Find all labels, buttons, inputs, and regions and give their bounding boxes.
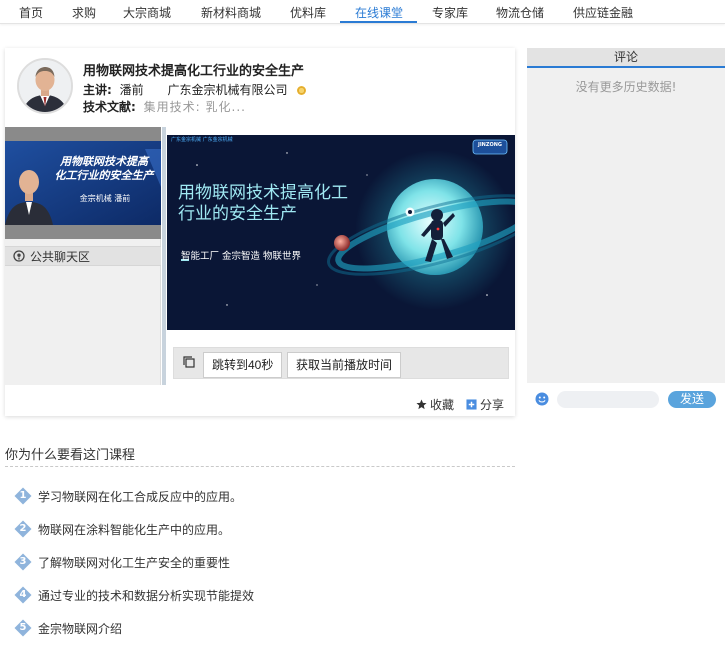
no-history-text: 没有更多历史数据! [575, 80, 677, 94]
jump-to-40s-button[interactable]: 跳转到40秒 [203, 352, 283, 378]
copy-icon[interactable] [183, 356, 195, 368]
get-current-time-button[interactable]: 获取当前播放时间 [287, 352, 402, 378]
video-player[interactable]: 广东金宗机械 广东金宗机械 JINZONG 用物联网技术提高化工 行业的安全生产… [167, 135, 515, 330]
nav-item-online-class[interactable]: 在线课堂 [355, 4, 403, 21]
reason-item: 2 物联网在涂料智能化生产中的应用。 [14, 520, 230, 538]
company-name: 广东金宗机械有限公司 [167, 83, 288, 97]
panel-divider[interactable] [162, 127, 166, 385]
side-panel: 用物联网技术提高 化工行业的安全生产 金宗机械 潘前 公共聊天区 [5, 127, 161, 385]
star-icon [416, 399, 427, 410]
nav-item-expert-library[interactable]: 专家库 [432, 4, 468, 21]
section-divider [5, 466, 515, 467]
reason-item: 5 金宗物联网介绍 [14, 619, 122, 637]
nav-item-supply-chain-finance[interactable]: 供应链金融 [573, 4, 633, 21]
number-badge-icon: 4 [14, 586, 32, 604]
share-label: 分享 [480, 398, 505, 412]
public-chat-label: 公共聊天区 [30, 249, 91, 264]
speaker-label: 主讲: [83, 83, 112, 97]
cam-caption: 金宗机械 潘前 [79, 194, 131, 203]
reason-text: 物联网在涂料智能化生产中的应用。 [38, 522, 231, 537]
comment-input-row: 发送 [527, 386, 725, 414]
nav-item-new-material-mall[interactable]: 新材料商城 [201, 4, 261, 21]
nav-item-material-library[interactable]: 优料库 [290, 4, 326, 21]
speaker-info: 主讲: 潘前 广东金宗机械有限公司 [83, 81, 307, 98]
reason-item: 4 通过专业的技术和数据分析实现节能提效 [14, 586, 254, 604]
top-navigation: 首页 求购 大宗商城 新材料商城 优料库 在线课堂 专家库 物流仓储 供应链金融 [0, 0, 725, 24]
favorite-label: 收藏 [430, 398, 455, 412]
number-badge-icon: 3 [14, 553, 32, 571]
number-badge-icon: 5 [14, 619, 32, 637]
slide-title-line2: 行业的安全生产 [178, 204, 297, 224]
comments-header[interactable]: 评论 [527, 48, 725, 68]
reason-item: 3 了解物联网对化工生产安全的重要性 [14, 553, 230, 571]
reason-text: 通过专业的技术和数据分析实现节能提效 [38, 588, 255, 603]
slide-title-line1: 用物联网技术提高化工 [178, 183, 348, 203]
medal-icon [297, 86, 307, 95]
speaker-camera-view[interactable]: 用物联网技术提高 化工行业的安全生产 金宗机械 潘前 [5, 127, 161, 239]
speaker-avatar [17, 58, 73, 114]
reason-item: 1 学习物联网在化工合成反应中的应用。 [14, 487, 242, 505]
plus-square-icon [466, 399, 477, 410]
nav-item-bulk-mall[interactable]: 大宗商城 [123, 4, 171, 21]
slide-logo: JINZONG [477, 142, 503, 148]
cam-title-line2: 化工行业的安全生产 [54, 169, 154, 182]
slide-corner-text: 广东金宗机械 广东金宗机械 [171, 137, 233, 143]
docs-label: 技术文献: [83, 100, 136, 114]
speaker-name: 潘前 [119, 83, 144, 97]
emoji-icon[interactable] [535, 392, 549, 406]
slide-subtitle: 智能工厂 金宗智造 物联世界 [181, 251, 302, 262]
public-chat-tab[interactable]: 公共聊天区 [5, 246, 161, 266]
location-icon [13, 250, 25, 262]
nav-item-purchase[interactable]: 求购 [72, 4, 96, 21]
cam-title-line1: 用物联网技术提高 [60, 155, 148, 168]
send-button[interactable]: 发送 [668, 391, 716, 408]
nav-item-home[interactable]: 首页 [19, 4, 43, 21]
number-badge-icon: 2 [14, 520, 32, 538]
favorite-button[interactable]: 收藏 [416, 396, 454, 413]
docs-info: 技术文献: 集用技术: 乳化... [83, 98, 246, 115]
why-section-title: 你为什么要看这门课程 [5, 448, 136, 463]
card-footer: 收藏 分享 [5, 388, 515, 416]
number-badge-icon: 1 [14, 487, 32, 505]
share-button[interactable]: 分享 [466, 396, 504, 413]
reason-text: 金宗物联网介绍 [38, 621, 123, 636]
reason-text: 学习物联网在化工合成反应中的应用。 [38, 489, 243, 504]
nav-item-logistics[interactable]: 物流仓储 [496, 4, 544, 21]
player-controls: 跳转到40秒 获取当前播放时间 [173, 347, 509, 379]
course-title: 用物联网技术提高化工行业的安全生产 [83, 64, 305, 79]
nav-active-indicator [340, 21, 417, 23]
reason-text: 了解物联网对化工生产安全的重要性 [38, 555, 231, 570]
docs-value[interactable]: 集用技术: 乳化... [144, 100, 246, 114]
comment-input[interactable] [557, 391, 659, 408]
course-card: 用物联网技术提高化工行业的安全生产 主讲: 潘前 广东金宗机械有限公司 技术文献… [5, 48, 515, 416]
comments-panel: 评论 没有更多历史数据! [527, 48, 725, 383]
